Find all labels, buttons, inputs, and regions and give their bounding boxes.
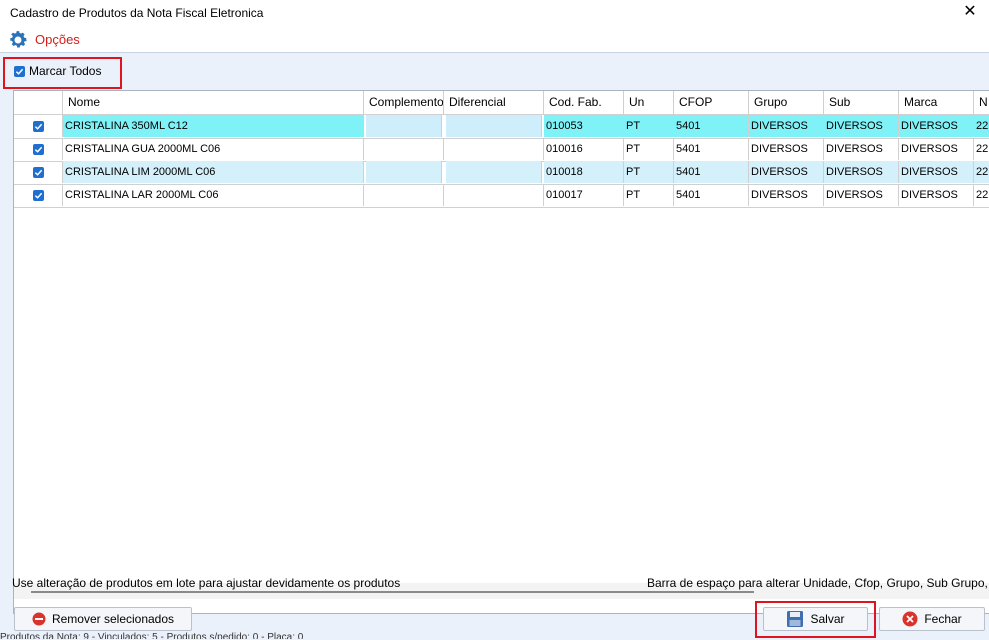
cell-grupo[interactable]: DIVERSOS bbox=[749, 138, 824, 160]
close-label: Fechar bbox=[924, 612, 962, 626]
header-sub[interactable]: Sub bbox=[824, 91, 899, 114]
checkbox-checked-icon[interactable] bbox=[32, 120, 44, 132]
cell-nome[interactable]: CRISTALINA 350ML C12 bbox=[63, 115, 364, 137]
grid-header: Nome Complemento Diferencial Cod. Fab. U… bbox=[14, 91, 989, 115]
cell-grupo[interactable]: DIVERSOS bbox=[749, 184, 824, 206]
cell-un[interactable]: PT bbox=[624, 161, 674, 183]
cell-un[interactable]: PT bbox=[624, 115, 674, 137]
cell-cfop[interactable]: 5401 bbox=[674, 115, 749, 137]
header-nome[interactable]: Nome bbox=[63, 91, 364, 114]
hint-left: Use alteração de produtos em lote para a… bbox=[12, 576, 401, 590]
cell-marca[interactable]: DIVERSOS bbox=[899, 138, 974, 160]
header-n[interactable]: N bbox=[974, 91, 989, 114]
table-row[interactable]: CRISTALINA LIM 2000ML C06 010018 PT 5401… bbox=[14, 161, 989, 185]
header-complemento[interactable]: Complemento bbox=[364, 91, 444, 114]
cell-sub[interactable]: DIVERSOS bbox=[824, 161, 899, 183]
cell-cod-fab[interactable]: 010053 bbox=[544, 115, 624, 137]
highlight-save bbox=[755, 601, 876, 638]
options-menu[interactable]: Opções bbox=[35, 32, 80, 47]
menu-bar: Opções bbox=[0, 26, 989, 52]
cell-marca[interactable]: DIVERSOS bbox=[899, 161, 974, 183]
cell-diferencial[interactable] bbox=[446, 161, 542, 183]
cell-nome[interactable]: CRISTALINA LAR 2000ML C06 bbox=[63, 184, 364, 206]
cell-complemento[interactable] bbox=[366, 115, 442, 137]
cell-complemento[interactable] bbox=[364, 184, 444, 206]
checkbox-checked-icon[interactable] bbox=[32, 189, 44, 201]
status-text: Produtos da Nota: 9 - Vinculados: 5 - Pr… bbox=[0, 632, 304, 639]
hint-right: Barra de espaço para alterar Unidade, Cf… bbox=[647, 576, 989, 590]
header-marca[interactable]: Marca bbox=[899, 91, 974, 114]
cell-marca[interactable]: DIVERSOS bbox=[899, 115, 974, 137]
cell-diferencial[interactable] bbox=[446, 115, 542, 137]
close-icon[interactable]: ✕ bbox=[959, 2, 981, 24]
cell-marca[interactable]: DIVERSOS bbox=[899, 184, 974, 206]
cell-grupo[interactable]: DIVERSOS bbox=[749, 115, 824, 137]
header-grupo[interactable]: Grupo bbox=[749, 91, 824, 114]
row-checkbox-cell[interactable] bbox=[14, 184, 63, 206]
header-un[interactable]: Un bbox=[624, 91, 674, 114]
cell-sub[interactable]: DIVERSOS bbox=[824, 138, 899, 160]
cell-grupo[interactable]: DIVERSOS bbox=[749, 161, 824, 183]
cell-un[interactable]: PT bbox=[624, 184, 674, 206]
remove-selected-label: Remover selecionados bbox=[51, 612, 175, 626]
header-diferencial[interactable]: Diferencial bbox=[444, 91, 544, 114]
table-row[interactable]: CRISTALINA LAR 2000ML C06 010017 PT 5401… bbox=[14, 184, 989, 208]
cell-diferencial[interactable] bbox=[444, 184, 544, 206]
table-row[interactable]: CRISTALINA 350ML C12 010053 PT 5401 DIVE… bbox=[14, 115, 989, 139]
row-checkbox-cell[interactable] bbox=[14, 161, 63, 183]
header-cod-fab[interactable]: Cod. Fab. bbox=[544, 91, 624, 114]
checkbox-checked-icon[interactable] bbox=[32, 166, 44, 178]
horizontal-scrollbar-thumb[interactable] bbox=[31, 591, 754, 593]
cell-cfop[interactable]: 5401 bbox=[674, 138, 749, 160]
remove-icon bbox=[32, 612, 46, 626]
cell-complemento[interactable] bbox=[366, 161, 442, 183]
highlight-mark-all bbox=[3, 57, 122, 89]
cell-nome[interactable]: CRISTALINA GUA 2000ML C06 bbox=[63, 138, 364, 160]
cell-un[interactable]: PT bbox=[624, 138, 674, 160]
row-checkbox-cell[interactable] bbox=[14, 138, 63, 160]
cell-cod-fab[interactable]: 010018 bbox=[544, 161, 624, 183]
window-title: Cadastro de Produtos da Nota Fiscal Elet… bbox=[10, 6, 264, 20]
cell-cod-fab[interactable]: 010016 bbox=[544, 138, 624, 160]
remove-selected-button[interactable]: Remover selecionados bbox=[14, 607, 192, 631]
gear-icon[interactable] bbox=[7, 29, 29, 51]
row-checkbox-cell[interactable] bbox=[14, 115, 63, 137]
cell-sub[interactable]: DIVERSOS bbox=[824, 184, 899, 206]
products-grid[interactable]: Nome Complemento Diferencial Cod. Fab. U… bbox=[13, 90, 989, 614]
main-panel: Marcar Todos Nome Complemento Diferencia… bbox=[0, 52, 989, 640]
cell-nome[interactable]: CRISTALINA LIM 2000ML C06 bbox=[63, 161, 364, 183]
cell-sub[interactable]: DIVERSOS bbox=[824, 115, 899, 137]
header-cfop[interactable]: CFOP bbox=[674, 91, 749, 114]
cell-n[interactable]: 22 bbox=[974, 115, 989, 137]
cell-n[interactable]: 22 bbox=[974, 161, 989, 183]
close-button[interactable]: Fechar bbox=[879, 607, 985, 631]
cell-cfop[interactable]: 5401 bbox=[674, 161, 749, 183]
cell-n[interactable]: 22 bbox=[974, 138, 989, 160]
cell-n[interactable]: 22 bbox=[974, 184, 989, 206]
cell-diferencial[interactable] bbox=[444, 138, 544, 160]
cell-complemento[interactable] bbox=[364, 138, 444, 160]
window-titlebar: Cadastro de Produtos da Nota Fiscal Elet… bbox=[0, 0, 989, 26]
checkbox-checked-icon[interactable] bbox=[32, 143, 44, 155]
header-checkbox-col bbox=[14, 91, 63, 114]
close-circle-icon bbox=[902, 611, 918, 627]
table-row[interactable]: CRISTALINA GUA 2000ML C06 010016 PT 5401… bbox=[14, 138, 989, 162]
cell-cod-fab[interactable]: 010017 bbox=[544, 184, 624, 206]
cell-cfop[interactable]: 5401 bbox=[674, 184, 749, 206]
